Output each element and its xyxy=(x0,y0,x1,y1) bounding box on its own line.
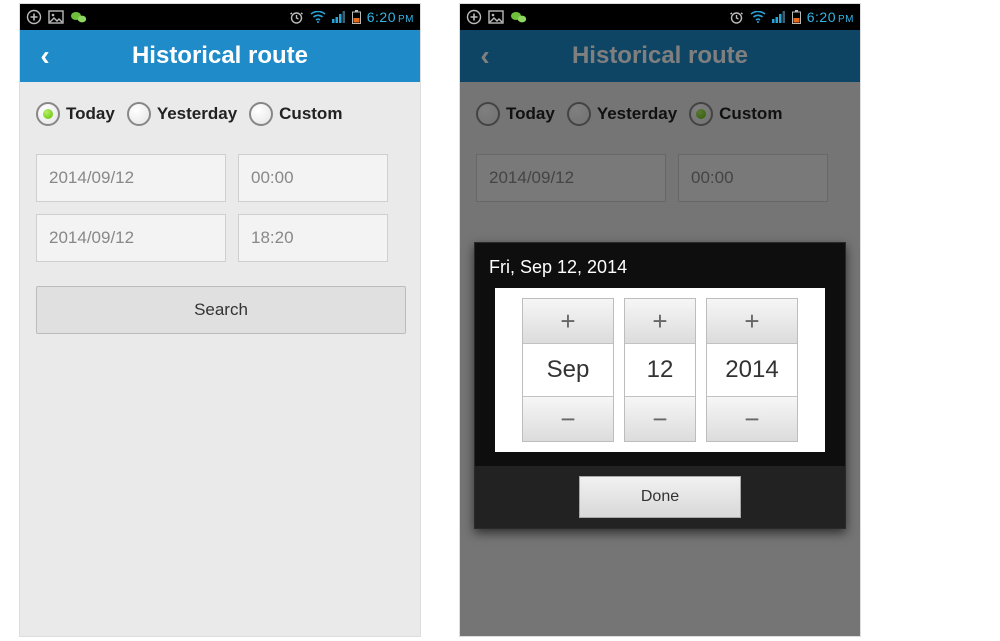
alarm-icon xyxy=(729,10,744,25)
radio-dot-icon xyxy=(36,102,60,126)
status-bar: 6:20PM xyxy=(460,4,860,30)
status-left xyxy=(26,9,88,25)
radio-yesterday[interactable]: Yesterday xyxy=(127,102,237,126)
status-bar: 6:20PM xyxy=(20,4,420,30)
end-time-field[interactable]: 18:20 xyxy=(238,214,388,262)
status-time: 6:20PM xyxy=(367,9,414,25)
wifi-icon xyxy=(750,11,766,23)
day-decrement-button[interactable]: − xyxy=(625,396,695,441)
radio-custom[interactable]: Custom xyxy=(249,102,342,126)
search-button[interactable]: Search xyxy=(36,286,406,334)
year-picker: + 2014 − xyxy=(706,298,798,442)
status-left xyxy=(466,9,528,25)
radio-label: Yesterday xyxy=(157,104,237,124)
phone-screen-1: 6:20PM ‹ Historical route Today Yesterda… xyxy=(20,4,420,636)
radio-label: Today xyxy=(66,104,115,124)
status-time: 6:20PM xyxy=(807,9,854,25)
dialog-title: Fri, Sep 12, 2014 xyxy=(475,243,845,288)
year-value[interactable]: 2014 xyxy=(707,344,797,396)
month-decrement-button[interactable]: − xyxy=(523,396,613,441)
month-picker: + Sep − xyxy=(522,298,614,442)
content-area: Today Yesterday Custom 2014/09/12 00:00 … xyxy=(20,82,420,354)
battery-icon xyxy=(352,10,361,24)
done-button[interactable]: Done xyxy=(579,476,741,518)
month-value[interactable]: Sep xyxy=(523,344,613,396)
wechat-icon xyxy=(70,10,88,24)
radio-group: Today Yesterday Custom xyxy=(36,102,404,126)
dialog-footer: Done xyxy=(475,466,845,528)
signal-icon xyxy=(772,11,786,23)
add-circle-icon xyxy=(466,9,482,25)
radio-dot-icon xyxy=(249,102,273,126)
add-circle-icon xyxy=(26,9,42,25)
wechat-icon xyxy=(510,10,528,24)
month-increment-button[interactable]: + xyxy=(523,299,613,344)
battery-icon xyxy=(792,10,801,24)
year-increment-button[interactable]: + xyxy=(707,299,797,344)
image-icon xyxy=(488,10,504,24)
start-date-field[interactable]: 2014/09/12 xyxy=(36,154,226,202)
day-increment-button[interactable]: + xyxy=(625,299,695,344)
picker-row: + Sep − + 12 − + 2014 − xyxy=(495,288,825,452)
page-title: Historical route xyxy=(20,42,420,70)
date-time-fields: 2014/09/12 00:00 2014/09/12 18:20 xyxy=(36,154,404,262)
start-time-field[interactable]: 00:00 xyxy=(238,154,388,202)
wifi-icon xyxy=(310,11,326,23)
day-value[interactable]: 12 xyxy=(625,344,695,396)
year-decrement-button[interactable]: − xyxy=(707,396,797,441)
phone-screen-2: 6:20PM ‹ Historical route Today Yesterda… xyxy=(460,4,860,636)
status-right: 6:20PM xyxy=(289,9,414,25)
app-bar: ‹ Historical route xyxy=(20,30,420,82)
radio-dot-icon xyxy=(127,102,151,126)
status-right: 6:20PM xyxy=(729,9,854,25)
day-picker: + 12 − xyxy=(624,298,696,442)
radio-label: Custom xyxy=(279,104,342,124)
signal-icon xyxy=(332,11,346,23)
radio-today[interactable]: Today xyxy=(36,102,115,126)
end-date-field[interactable]: 2014/09/12 xyxy=(36,214,226,262)
date-picker-dialog: Fri, Sep 12, 2014 + Sep − + 12 − + 2014 … xyxy=(474,242,846,529)
image-icon xyxy=(48,10,64,24)
alarm-icon xyxy=(289,10,304,25)
